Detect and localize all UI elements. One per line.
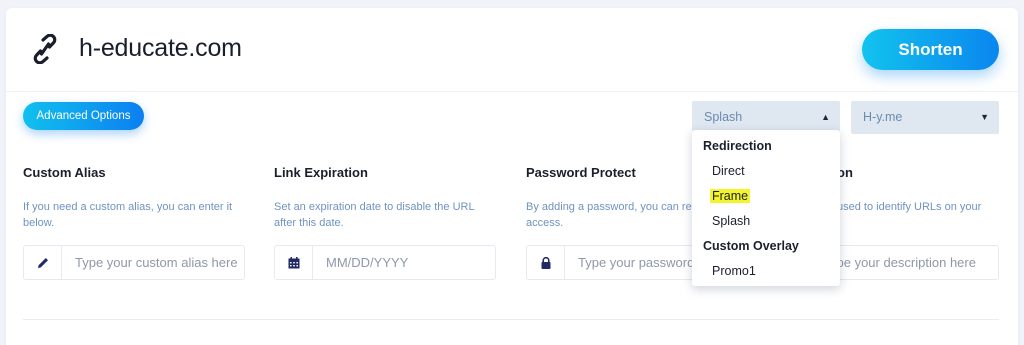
redirect-type-dropdown: Redirection Direct Frame Splash Custom O… — [692, 130, 840, 286]
url-title: h-educate.com — [79, 34, 242, 62]
link-expiration-title: Link Expiration — [274, 165, 368, 180]
dropdown-group-custom-overlay: Custom Overlay — [703, 239, 799, 253]
link-expiration-help: Set an expiration date to disable the UR… — [274, 201, 475, 229]
dropdown-group-redirection: Redirection — [703, 139, 772, 153]
caret-down-icon: ▼ — [980, 112, 989, 122]
dropdown-item-promo1[interactable]: Promo1 — [692, 263, 840, 288]
description-help: used to identify URLs on your — [837, 201, 982, 213]
password-protect-title: Password Protect — [526, 165, 636, 180]
domain-select[interactable]: H-y.me ▼ — [851, 101, 999, 134]
custom-alias-help: If you need a custom alias, you can ente… — [23, 201, 233, 229]
dropdown-item-direct[interactable]: Direct — [692, 163, 840, 188]
custom-alias-input[interactable] — [63, 246, 243, 279]
section-divider — [23, 319, 999, 320]
custom-alias-title: Custom Alias — [23, 165, 106, 180]
link-expiration-field — [274, 245, 496, 280]
dropdown-item-frame[interactable]: Frame — [692, 188, 840, 213]
lock-icon — [527, 246, 565, 279]
pencil-icon — [24, 246, 62, 279]
link-expiration-input[interactable] — [314, 246, 494, 279]
custom-alias-field — [23, 245, 245, 280]
advanced-options-button[interactable]: Advanced Options — [23, 102, 144, 130]
link-icon — [33, 34, 57, 64]
shorten-button[interactable]: Shorten — [862, 29, 999, 70]
domain-selected: H-y.me — [863, 110, 903, 124]
calendar-icon — [275, 246, 313, 279]
header-divider — [6, 91, 1018, 92]
dropdown-item-splash[interactable]: Splash — [692, 213, 840, 238]
redirect-type-selected: Splash — [704, 110, 743, 124]
